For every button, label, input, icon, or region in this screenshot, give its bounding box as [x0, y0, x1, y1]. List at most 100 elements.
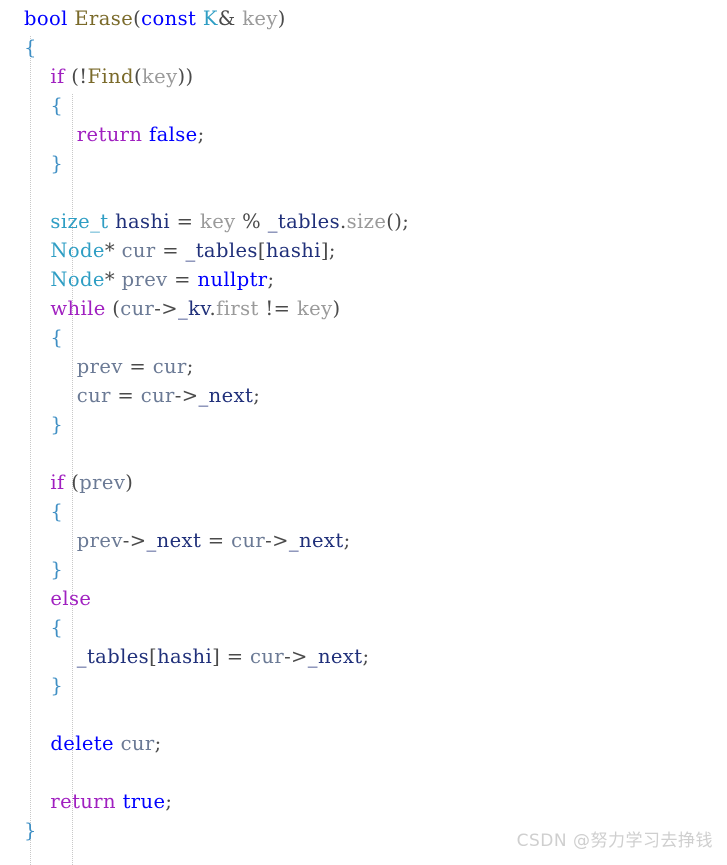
- code-token: _kv: [178, 297, 210, 320]
- code-line: ​: [24, 178, 409, 207]
- code-token: %: [235, 210, 268, 233]
- code-token: =: [170, 210, 200, 233]
- code-line: Node* prev = nullptr;: [24, 265, 409, 294]
- code-token: hashi: [115, 210, 171, 233]
- code-token: [: [149, 645, 158, 668]
- code-token: {: [50, 616, 64, 639]
- code-token: Erase: [74, 7, 134, 30]
- code-token: cur: [250, 645, 285, 668]
- code-token: false: [148, 123, 198, 146]
- code-token: size_t: [50, 210, 109, 233]
- code-token: return: [76, 123, 143, 146]
- code-token: _tables: [267, 210, 340, 233]
- code-token: {: [24, 36, 37, 59]
- code-token: true: [122, 790, 166, 813]
- code-token: =: [201, 529, 232, 552]
- code-token: prev: [121, 268, 168, 291]
- code-token: ): [125, 471, 134, 494]
- code-token: ;: [343, 529, 351, 552]
- code-token: ;: [154, 732, 162, 755]
- code-token: if: [50, 471, 65, 494]
- code-token: *: [104, 268, 122, 291]
- code-line: ​: [24, 700, 409, 729]
- code-token: !=: [258, 297, 297, 320]
- code-token: first: [216, 297, 259, 320]
- code-token: _tables: [76, 645, 150, 668]
- code-token: cur: [140, 384, 175, 407]
- code-token: return: [50, 790, 116, 813]
- code-line: if (!Find(key)): [24, 62, 409, 91]
- code-line: size_t hashi = key % _tables.size();: [24, 207, 409, 236]
- code-token: ): [277, 7, 286, 30]
- code-token: ;: [253, 384, 261, 407]
- code-token: cur: [231, 529, 266, 552]
- code-line: ​: [24, 758, 409, 787]
- code-token: key: [296, 297, 333, 320]
- code-token: ->: [122, 529, 147, 552]
- code-token: ;: [186, 355, 194, 378]
- code-token: ;: [197, 123, 205, 146]
- code-token: _next: [307, 645, 363, 668]
- code-line: _tables[hashi] = cur->_next;: [24, 642, 409, 671]
- code-token: ;: [362, 645, 370, 668]
- code-line: prev = cur;: [24, 352, 409, 381]
- code-token: key: [200, 210, 236, 233]
- code-token: key: [141, 65, 178, 88]
- code-token: (: [64, 471, 80, 494]
- code-token: ): [332, 297, 341, 320]
- code-token: }: [50, 413, 64, 436]
- code-token: hashi: [265, 239, 321, 262]
- code-token: {: [50, 326, 64, 349]
- code-token: delete: [50, 732, 114, 755]
- code-token: ] =: [212, 645, 251, 668]
- code-token: cur: [121, 239, 156, 262]
- code-token: Find: [87, 65, 134, 88]
- code-token: (: [133, 65, 142, 88]
- code-line: {: [24, 33, 409, 62]
- code-token: prev: [79, 471, 126, 494]
- code-line: else: [24, 584, 409, 613]
- code-token: {: [50, 94, 64, 117]
- code-token: ->: [265, 529, 289, 552]
- source-code-block[interactable]: bool Erase(const K& key){ if (!Find(key)…: [24, 4, 409, 865]
- code-token: ->: [174, 384, 199, 407]
- code-token: )): [177, 65, 194, 88]
- code-line: }: [24, 410, 409, 439]
- code-token: =: [155, 239, 186, 262]
- code-token: ;: [165, 790, 173, 813]
- code-line: {: [24, 91, 409, 120]
- code-token: _next: [198, 384, 254, 407]
- code-line: cur = cur->_next;: [24, 381, 409, 410]
- code-token: }: [50, 558, 64, 581]
- code-token: while: [50, 297, 106, 320]
- code-token: ];: [320, 239, 336, 262]
- code-line: }: [24, 149, 409, 178]
- code-token: key: [242, 7, 278, 30]
- code-token: bool: [24, 7, 68, 30]
- code-line: return false;: [24, 120, 409, 149]
- code-token: cur: [152, 355, 187, 378]
- code-line: ​: [24, 439, 409, 468]
- code-token: =: [110, 384, 141, 407]
- code-editor[interactable]: bool Erase(const K& key){ if (!Find(key)…: [0, 0, 727, 865]
- code-token: _next: [288, 529, 344, 552]
- csdn-watermark: CSDN @努力学习去挣钱: [516, 831, 713, 851]
- code-token: {: [50, 500, 64, 523]
- code-line: {: [24, 323, 409, 352]
- code-line: }: [24, 555, 409, 584]
- code-line: }: [24, 671, 409, 700]
- code-token: ;: [267, 268, 275, 291]
